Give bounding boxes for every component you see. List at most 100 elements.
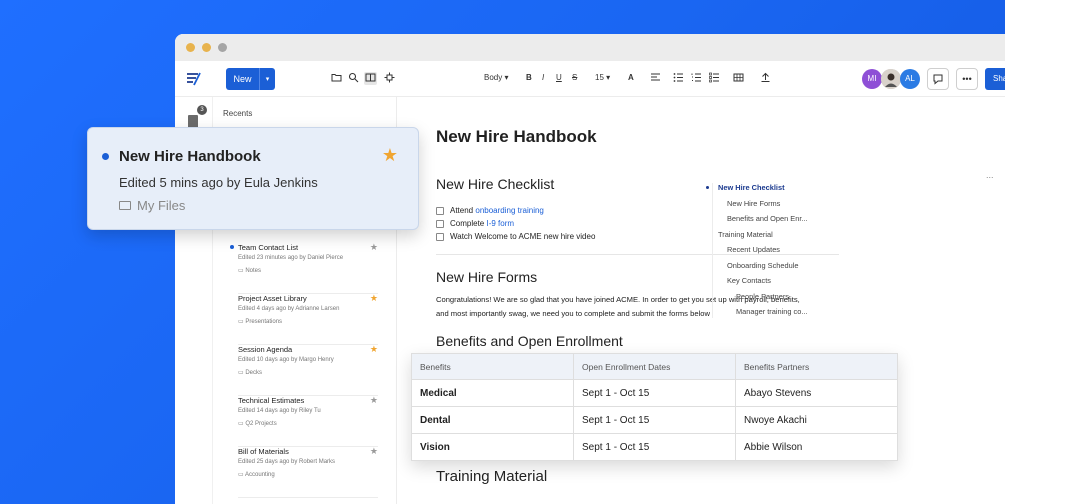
toc-item[interactable]: Training Material: [718, 230, 773, 239]
i9-form-link[interactable]: I-9 form: [486, 219, 514, 228]
table-cell[interactable]: Sept 1 - Oct 15: [573, 406, 736, 434]
focus-mode-icon[interactable]: [383, 72, 396, 85]
checklist-item[interactable]: Watch Welcome to ACME new hire video: [436, 232, 595, 241]
list-item[interactable]: Project Asset Library ★ Edited 4 days ag…: [238, 293, 378, 345]
folder-name: Q2 Projects: [245, 421, 277, 427]
file-title: Project Asset Library: [238, 294, 307, 303]
table-cell[interactable]: Abayo Stevens: [735, 379, 898, 407]
checklist-heading: New Hire Checklist: [436, 176, 555, 192]
star-icon[interactable]: ★: [382, 145, 398, 166]
search-icon[interactable]: [347, 72, 360, 85]
file-title: Technical Estimates: [238, 396, 305, 405]
file-meta: Edited 25 days ago by Robert Marks: [238, 459, 336, 465]
toc-more-icon[interactable]: ...: [986, 170, 994, 180]
app-logo-icon[interactable]: [185, 70, 203, 88]
card-folder: My Files: [119, 198, 185, 213]
checklist-icon[interactable]: [708, 72, 721, 85]
table-cell[interactable]: Dental: [411, 406, 574, 434]
list-item[interactable]: Technical Estimates ★ Edited 14 days ago…: [238, 395, 378, 447]
list-item[interactable]: Team Contact List ★ Edited 23 minutes ag…: [230, 242, 378, 294]
table-row[interactable]: Dental Sept 1 - Oct 15 Nwoye Akachi: [411, 406, 898, 434]
window-maximize-dot[interactable]: [218, 43, 227, 52]
benefits-table[interactable]: Benefits Open Enrollment Dates Benefits …: [411, 353, 898, 461]
font-size-value: 15: [595, 73, 604, 82]
table-cell[interactable]: Sept 1 - Oct 15: [573, 433, 736, 461]
onboarding-link[interactable]: onboarding training: [475, 206, 544, 215]
checkbox[interactable]: [436, 232, 444, 241]
checkbox[interactable]: [436, 206, 444, 215]
more-options-icon[interactable]: •••: [956, 68, 978, 90]
strikethrough-button[interactable]: S: [572, 73, 577, 82]
font-size-select[interactable]: 15 ▾: [595, 73, 610, 82]
text-color-button[interactable]: A: [628, 73, 634, 82]
numbered-list-icon[interactable]: [690, 72, 703, 85]
file-folder: ▭ Decks: [238, 370, 263, 376]
background-right: [1005, 0, 1080, 504]
star-icon[interactable]: ★: [370, 395, 378, 406]
upload-icon[interactable]: [759, 72, 772, 85]
file-title: Team Contact List: [238, 243, 299, 252]
new-button[interactable]: New ▾: [226, 68, 275, 90]
table-icon[interactable]: [732, 72, 745, 85]
table-cell[interactable]: Sept 1 - Oct 15: [573, 379, 736, 407]
card-meta: Edited 5 mins ago by Eula Jenkins: [119, 175, 318, 190]
toc-item[interactable]: Benefits and Open Enr...: [727, 214, 808, 223]
chevron-down-icon[interactable]: ▾: [260, 75, 275, 83]
recent-file-card[interactable]: New Hire Handbook ★ Edited 5 mins ago by…: [87, 127, 419, 230]
star-icon[interactable]: ★: [370, 293, 378, 304]
file-meta: Edited 4 days ago by Adrianne Larsen: [238, 306, 340, 312]
table-row[interactable]: Medical Sept 1 - Oct 15 Abayo Stevens: [411, 379, 898, 407]
comments-icon[interactable]: [927, 68, 949, 90]
folder-icon[interactable]: [330, 72, 343, 85]
star-icon[interactable]: ★: [370, 344, 378, 355]
toc-item[interactable]: Key Contacts: [727, 276, 771, 285]
layout-panel-icon[interactable]: [364, 72, 377, 85]
table-cell[interactable]: Vision: [411, 433, 574, 461]
window-minimize-dot[interactable]: [202, 43, 211, 52]
benefits-heading: Benefits and Open Enrollment: [436, 333, 623, 349]
folder-name: Decks: [245, 370, 263, 376]
file-title: Session Agenda: [238, 345, 293, 354]
avatar-al[interactable]: AL: [900, 69, 920, 89]
table-row[interactable]: Vision Sept 1 - Oct 15 Abbie Wilson: [411, 433, 898, 461]
checklist-item[interactable]: Attend onboarding training: [436, 206, 544, 215]
toc-item[interactable]: People Partners: [736, 292, 789, 301]
toc-item[interactable]: Recent Updates: [727, 245, 780, 254]
italic-button[interactable]: I: [542, 73, 544, 82]
toc-item[interactable]: Onboarding Schedule: [727, 261, 799, 270]
forms-line-2: and most importantly swag, we need you t…: [436, 309, 710, 318]
folder-name: Notes: [245, 268, 262, 274]
star-icon[interactable]: ★: [370, 242, 378, 253]
toc-item[interactable]: New Hire Forms: [727, 199, 780, 208]
active-dot: [102, 153, 109, 160]
folder-name: Accounting: [245, 472, 275, 478]
active-dot: [230, 245, 234, 249]
underline-button[interactable]: U: [556, 73, 562, 82]
window-close-dot[interactable]: [186, 43, 195, 52]
table-header-row: Benefits Open Enrollment Dates Benefits …: [411, 353, 898, 380]
file-folder: ▭ Notes: [238, 268, 262, 274]
toc-item[interactable]: Manager training co...: [736, 307, 807, 316]
table-cell[interactable]: Nwoye Akachi: [735, 406, 898, 434]
table-cell[interactable]: Medical: [411, 379, 574, 407]
font-style-select[interactable]: Body ▾: [484, 73, 508, 82]
bullet-list-icon[interactable]: [672, 72, 685, 85]
file-folder: ▭ Q2 Projects: [238, 421, 277, 427]
page-title: New Hire Handbook: [436, 127, 597, 146]
file-folder: ▭ Accounting: [238, 472, 275, 478]
bold-button[interactable]: B: [526, 73, 532, 82]
checklist-item[interactable]: Complete I-9 form: [436, 219, 514, 228]
table-cell[interactable]: Abbie Wilson: [735, 433, 898, 461]
avatar-mi[interactable]: MI: [862, 69, 882, 89]
star-icon[interactable]: ★: [370, 446, 378, 457]
column-header: Benefits: [411, 353, 574, 380]
avatar-photo[interactable]: [881, 69, 901, 89]
toc-item[interactable]: New Hire Checklist: [718, 183, 785, 192]
align-left-icon[interactable]: [649, 72, 662, 85]
list-item[interactable]: Session Agenda ★ Edited 10 days ago by M…: [238, 344, 378, 396]
share-button[interactable]: Sha: [985, 68, 1005, 90]
checkbox[interactable]: [436, 219, 444, 228]
checklist-text: Complete: [450, 219, 485, 228]
list-item[interactable]: Bill of Materials ★ Edited 25 days ago b…: [238, 446, 378, 498]
checklist-text: Watch Welcome to ACME new hire video: [450, 232, 596, 241]
